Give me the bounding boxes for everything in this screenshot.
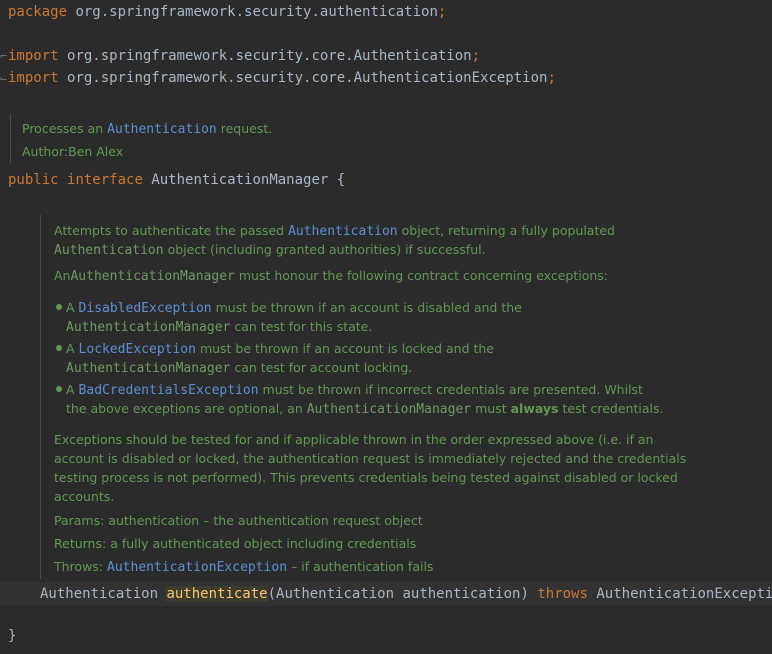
- class-doc-author: Author:Ben Alex: [22, 144, 124, 159]
- bad-credentials-exception-link[interactable]: BadCredentialsException: [79, 383, 259, 398]
- doc-paragraph: Attempts to authenticate the passed Auth…: [54, 223, 615, 239]
- bullet-icon: [56, 304, 62, 310]
- open-brace: {: [336, 172, 346, 188]
- package-line: package org.springframework.security.aut…: [8, 1, 446, 23]
- bullet-icon: [56, 345, 62, 351]
- returns-tag: Returns: a fully authenticated object in…: [54, 536, 417, 551]
- package-keyword: package: [8, 4, 68, 20]
- doc-paragraph: AnAuthenticationManager must honour the …: [54, 268, 609, 284]
- list-item: A LockedException must be thrown if an a…: [66, 341, 494, 357]
- method-declaration: Authentication authenticate(Authenticati…: [40, 583, 772, 605]
- list-item: AuthenticationManager can test for accou…: [66, 360, 413, 376]
- params-tag: Params: authentication – the authenticat…: [54, 513, 423, 528]
- bullet-icon: [56, 386, 62, 392]
- closing-brace: }: [8, 628, 17, 644]
- throws-tag: Throws: AuthenticationException – if aut…: [54, 559, 434, 575]
- fold-marker-icon[interactable]: ⌙: [0, 68, 7, 88]
- import-line: import org.springframework.security.core…: [8, 67, 556, 89]
- import-keyword: import: [8, 70, 59, 86]
- disabled-exception-link[interactable]: DisabledException: [79, 301, 212, 316]
- semicolon: ;: [547, 70, 556, 86]
- fold-marker-icon[interactable]: ⌐: [0, 46, 7, 66]
- doc-paragraph: testing process is not performed). This …: [54, 470, 678, 485]
- interface-name: AuthenticationManager: [151, 172, 329, 188]
- exception-type: AuthenticationException: [596, 586, 772, 602]
- import-name: org.springframework.security.core.Authen…: [67, 48, 472, 64]
- authentication-link[interactable]: Authentication: [107, 122, 217, 137]
- import-name: org.springframework.security.core.Authen…: [67, 70, 548, 86]
- doc-paragraph: Exceptions should be tested for and if a…: [54, 432, 654, 447]
- import-line: import org.springframework.security.core…: [8, 45, 480, 67]
- locked-exception-link[interactable]: LockedException: [79, 342, 196, 357]
- interface-keyword: interface: [67, 172, 143, 188]
- list-item: AuthenticationManager can test for this …: [66, 319, 373, 335]
- authentication-exception-link[interactable]: AuthenticationException: [107, 560, 287, 575]
- method-params: (Authentication authentication): [267, 586, 529, 602]
- list-item: the above exceptions are optional, an Au…: [66, 401, 664, 417]
- throws-keyword: throws: [537, 586, 588, 602]
- class-doc-summary: Processes an Authentication request.: [22, 121, 273, 137]
- import-keyword: import: [8, 48, 59, 64]
- interface-declaration: public interface AuthenticationManager {: [8, 169, 345, 191]
- semicolon: ;: [437, 4, 447, 20]
- list-item: A BadCredentialsException must be thrown…: [66, 382, 643, 398]
- public-keyword: public: [8, 172, 59, 188]
- doc-paragraph: account is disabled or locked, the authe…: [54, 451, 687, 466]
- method-name[interactable]: authenticate: [166, 586, 268, 602]
- list-item: A DisabledException must be thrown if an…: [66, 300, 522, 316]
- class-javadoc[interactable]: Processes an Authentication request. Aut…: [10, 114, 411, 164]
- return-type: Authentication: [40, 586, 159, 602]
- package-name: org.springframework.security.authenticat…: [75, 4, 438, 20]
- doc-paragraph: accounts.: [54, 489, 115, 504]
- authentication-link[interactable]: Authentication: [288, 224, 398, 239]
- semicolon: ;: [471, 48, 481, 64]
- method-javadoc[interactable]: Attempts to authenticate the passed Auth…: [40, 215, 741, 579]
- doc-paragraph: Authentication object (including granted…: [54, 242, 486, 258]
